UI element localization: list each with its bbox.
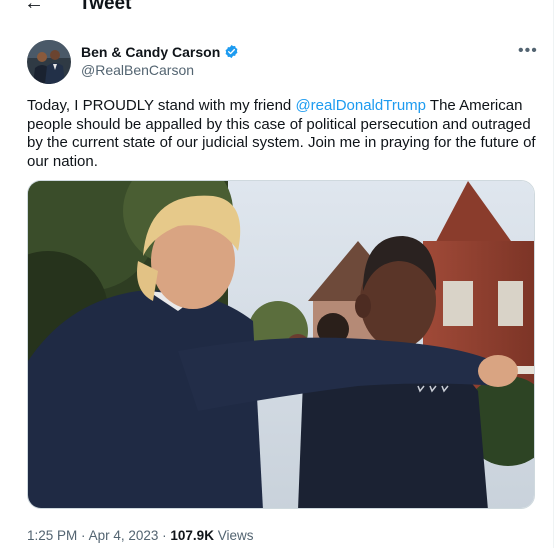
meta-separator: · (81, 528, 86, 543)
tweet-photo[interactable] (27, 180, 535, 509)
verified-badge-icon (225, 44, 238, 59)
author-row: Ben & Candy Carson (81, 43, 239, 60)
mention-link[interactable]: @realDonaldTrump (295, 97, 426, 114)
page-header: ← Tweet (0, 0, 553, 18)
author-name[interactable]: Ben & Candy Carson (81, 44, 220, 60)
back-arrow-icon[interactable]: ← (24, 0, 44, 13)
tweet-date[interactable]: Apr 4, 2023 (89, 528, 159, 543)
avatar[interactable] (27, 40, 71, 84)
tweet-text-part: Today, I PROUDLY stand with my friend (27, 97, 296, 114)
more-options-icon[interactable]: ••• (518, 42, 538, 60)
views-label: Views (217, 528, 254, 543)
tweet-text: Today, I PROUDLY stand with my friend @r… (27, 97, 542, 171)
tweet-time[interactable]: 1:25 PM (27, 528, 77, 543)
meta-separator: · (162, 528, 167, 543)
page-title: Tweet (79, 0, 132, 14)
tweet-meta: 1:25 PM · Apr 4, 2023 · 107.9K Views (27, 528, 254, 543)
author-handle[interactable]: @RealBenCarson (81, 62, 194, 78)
views-count: 107.9K (170, 528, 214, 543)
